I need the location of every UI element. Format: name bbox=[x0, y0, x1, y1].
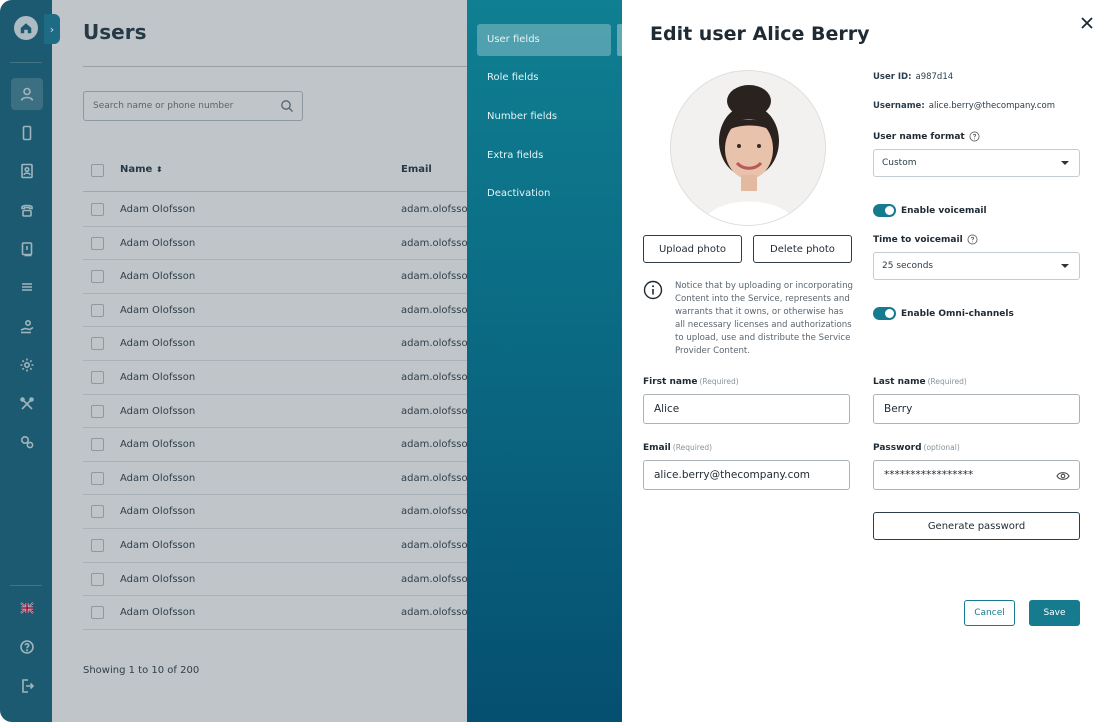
modal-backdrop[interactable] bbox=[0, 0, 467, 722]
omni-channels-toggle[interactable] bbox=[873, 307, 896, 320]
last-name-field[interactable] bbox=[873, 394, 1080, 424]
tab-user-fields[interactable]: User fields bbox=[477, 24, 611, 56]
first-name-label: First name (Required) bbox=[643, 377, 739, 387]
panel-title: Edit user Alice Berry bbox=[650, 23, 870, 45]
password-field[interactable] bbox=[873, 460, 1080, 490]
first-name-field[interactable] bbox=[643, 394, 850, 424]
time-voicemail-select[interactable]: 25 seconds bbox=[873, 252, 1080, 280]
help-icon[interactable] bbox=[969, 131, 980, 142]
name-format-label: User name format bbox=[873, 131, 980, 142]
chevron-down-icon bbox=[1061, 161, 1069, 165]
email-field[interactable] bbox=[643, 460, 850, 490]
edit-tabs-panel: User fields Role fields Number fields Ex… bbox=[467, 0, 622, 722]
generate-password-button[interactable]: Generate password bbox=[873, 512, 1080, 540]
user-id: User ID: a987d14 bbox=[873, 72, 954, 82]
tab-role-fields[interactable]: Role fields bbox=[477, 62, 611, 94]
cancel-button[interactable]: Cancel bbox=[964, 600, 1015, 626]
chevron-down-icon bbox=[1061, 264, 1069, 268]
email-label: Email (Required) bbox=[643, 443, 713, 453]
voicemail-toggle[interactable] bbox=[873, 204, 896, 217]
delete-photo-button[interactable]: Delete photo bbox=[753, 235, 852, 263]
tab-deactivation[interactable]: Deactivation bbox=[477, 178, 611, 210]
tab-extra-fields[interactable]: Extra fields bbox=[477, 140, 611, 172]
name-format-select[interactable]: Custom bbox=[873, 149, 1080, 177]
info-icon bbox=[643, 280, 663, 300]
close-icon[interactable] bbox=[1078, 14, 1096, 32]
omni-toggle-row: Enable Omni-channels bbox=[873, 307, 1014, 320]
voicemail-toggle-row: Enable voicemail bbox=[873, 204, 987, 217]
password-label: Password (optional) bbox=[873, 443, 960, 453]
app-window: › Users Search name or phone number Name… bbox=[0, 0, 1116, 722]
tab-number-fields[interactable]: Number fields bbox=[477, 101, 611, 133]
time-voicemail-label: Time to voicemail bbox=[873, 234, 978, 245]
last-name-label: Last name (Required) bbox=[873, 377, 967, 387]
edit-user-panel: Edit user Alice Berry Upload photo Delet… bbox=[622, 0, 1116, 722]
username: Username: alice.berry@thecompany.com bbox=[873, 101, 1056, 111]
save-button[interactable]: Save bbox=[1029, 600, 1080, 626]
help-icon[interactable] bbox=[967, 234, 978, 245]
upload-photo-button[interactable]: Upload photo bbox=[643, 235, 742, 263]
upload-notice: Notice that by uploading or incorporatin… bbox=[675, 281, 853, 356]
avatar bbox=[670, 70, 826, 226]
expand-sidebar-button[interactable]: › bbox=[44, 14, 60, 44]
eye-icon[interactable] bbox=[1056, 469, 1070, 483]
